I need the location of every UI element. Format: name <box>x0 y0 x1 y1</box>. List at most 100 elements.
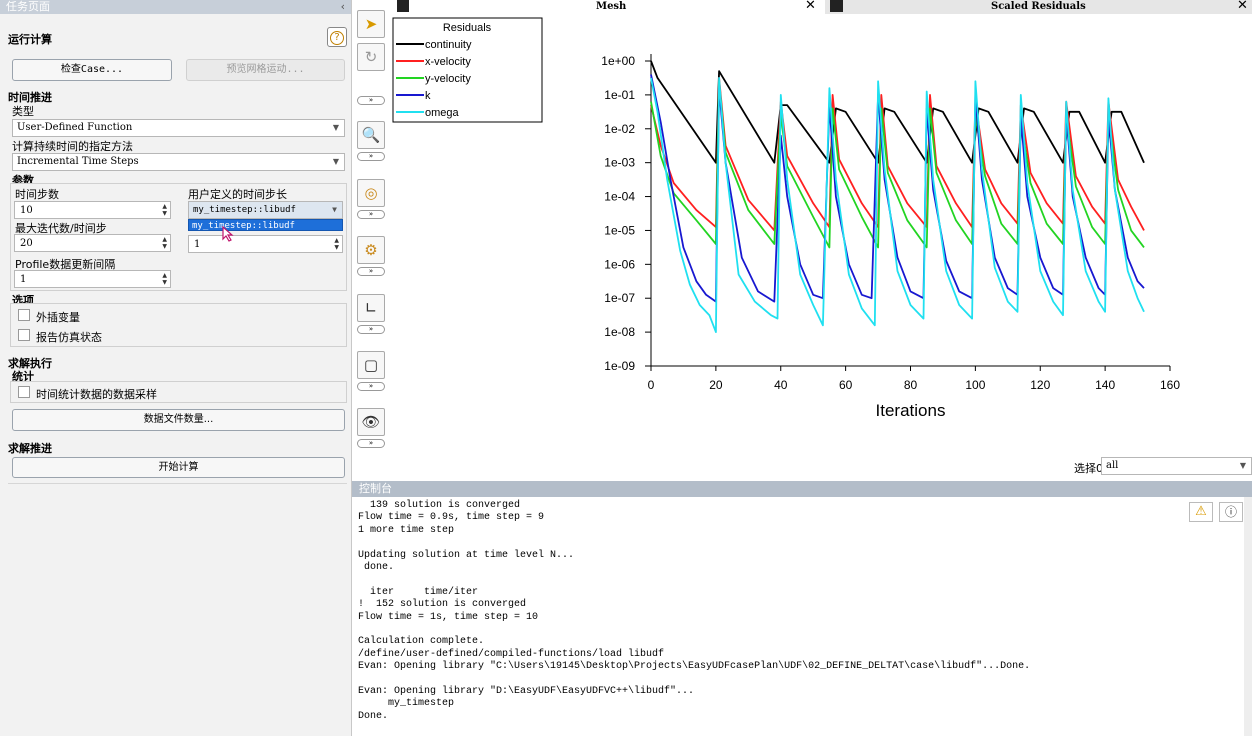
chevron-down-icon: ▼ <box>332 123 339 132</box>
time-steps-input[interactable]: 10 ▲ ▼ <box>14 201 171 219</box>
expand-icon[interactable]: » <box>357 210 385 219</box>
view-eye-icon[interactable]: 👁 <box>357 408 385 436</box>
collapse-chevron-icon[interactable]: ‹ <box>341 0 345 13</box>
expand-icon[interactable]: » <box>357 96 385 105</box>
expand-icon[interactable]: » <box>357 439 385 448</box>
expand-icon[interactable]: » <box>357 152 385 161</box>
legend-label-x-velocity: x-velocity <box>425 56 471 68</box>
warning-icon[interactable]: ⚠ <box>1189 502 1213 522</box>
y-tick-label: 1e-04 <box>604 190 635 204</box>
axes-icon[interactable]: ∟ <box>357 294 385 322</box>
sphere-view-icon[interactable]: ⚙ <box>357 236 385 264</box>
console-line: iter time/iter <box>358 586 479 598</box>
legend-label-continuity: continuity <box>425 39 472 51</box>
console-line: Flow time = 0.9s, time step = 9 <box>358 512 545 524</box>
help-icon: ? <box>330 31 344 45</box>
check-case-button[interactable]: 检查Case... <box>12 59 172 81</box>
chevron-down-icon: ▼ <box>332 205 337 214</box>
x-tick-label: 140 <box>1095 378 1115 392</box>
y-tick-label: 1e+00 <box>601 54 635 68</box>
max-iter-input[interactable]: 20 ▲ ▼ <box>14 234 171 252</box>
method-select-value: Incremental Time Steps <box>17 156 139 167</box>
y-tick-label: 1e-09 <box>604 359 635 373</box>
console-output[interactable]: 139 solution is converged Flow time = 0.9… <box>352 497 1252 736</box>
console-line: ! 152 solution is converged <box>358 599 527 611</box>
legend-label-y-velocity: y-velocity <box>425 73 471 85</box>
console-line: my_timestep <box>358 698 455 710</box>
spinner-arrows-icon[interactable]: ▲ ▼ <box>162 236 167 250</box>
x-tick-label: 80 <box>904 378 918 392</box>
sampling-label: 时间统计数据的数据采样 <box>36 388 157 401</box>
legend-label-k: k <box>425 90 431 102</box>
pointer-tool-icon[interactable]: ➤ <box>357 10 385 38</box>
expand-icon[interactable]: » <box>357 382 385 391</box>
expand-icon[interactable]: » <box>357 325 385 334</box>
legend-title: Residuals <box>443 22 492 34</box>
y-tick-label: 1e-07 <box>604 291 635 305</box>
type-label: 类型 <box>12 105 34 118</box>
console-line: done. <box>358 561 395 573</box>
residuals-tab-icon <box>830 0 843 12</box>
udf-timestep-select[interactable]: my_timestep::libudf ▼ <box>188 201 343 219</box>
page-title: 运行计算 <box>8 33 52 46</box>
y-tick-label: 1e-03 <box>604 156 635 170</box>
expand-icon[interactable]: » <box>357 267 385 276</box>
y-tick-label: 1e-08 <box>604 325 635 339</box>
report-sim-checkbox[interactable] <box>18 329 30 341</box>
chevron-down-icon: ▼ <box>332 157 339 166</box>
x-tick-label: 120 <box>1030 378 1050 392</box>
extrapolate-checkbox[interactable] <box>18 309 30 321</box>
console-scrollbar[interactable] <box>1244 497 1252 736</box>
divider <box>8 483 347 484</box>
close-icon[interactable]: ✕ <box>1237 0 1248 13</box>
disk-view-icon[interactable]: ◎ <box>357 179 385 207</box>
task-panel: 任务页面 ‹ 运行计算 ? 检查Case... 预览网格运动... 时间推进 类… <box>0 0 352 736</box>
y-tick-label: 1e-06 <box>604 257 635 271</box>
tab-residuals-label: Scaled Residuals <box>991 1 1086 12</box>
console-header: 控制台 <box>352 481 1252 497</box>
spinner-arrows-icon[interactable]: ▲ ▼ <box>334 237 339 251</box>
selector-dropdown[interactable]: all ▼ <box>1101 457 1252 475</box>
console-title: 控制台 <box>359 482 392 495</box>
profile-interval-input[interactable]: 1 ▲ ▼ <box>14 270 171 288</box>
zoom-icon[interactable]: 🔍 <box>357 121 385 149</box>
report-interval-input[interactable]: 1 ▲ ▼ <box>188 235 343 253</box>
x-tick-label: 100 <box>965 378 985 392</box>
method-label: 计算持续时间的指定方法 <box>12 140 133 153</box>
dropdown-option-my-timestep[interactable]: my_timestep::libudf <box>188 219 343 231</box>
method-select[interactable]: Incremental Time Steps ▼ <box>12 153 345 171</box>
x-tick-label: 60 <box>839 378 853 392</box>
console-line: /define/user-defined/compiled-functions/… <box>358 648 665 660</box>
console-line: Done. <box>358 710 389 722</box>
tab-scaled-residuals[interactable]: Scaled Residuals ✕ <box>825 0 1252 14</box>
extrapolate-label: 外插变量 <box>36 311 80 324</box>
spinner-arrows-icon[interactable]: ▲ ▼ <box>162 272 167 286</box>
close-icon[interactable]: ✕ <box>805 0 816 13</box>
y-tick-label: 1e-02 <box>604 122 635 136</box>
advance-section: 求解推进 <box>8 442 52 455</box>
mesh-tab-icon <box>397 0 409 12</box>
window-icon[interactable]: ▢ <box>357 351 385 379</box>
start-calculation-button[interactable]: 开始计算 <box>12 457 345 478</box>
time-steps-label: 时间步数 <box>15 188 59 201</box>
tab-mesh-label: Mesh <box>596 1 627 12</box>
x-tick-label: 0 <box>648 378 655 392</box>
rotate-tool-icon[interactable]: ↻ <box>357 43 385 71</box>
report-sim-label: 报告仿真状态 <box>36 331 102 344</box>
spinner-arrows-icon[interactable]: ▲ ▼ <box>162 203 167 217</box>
type-select[interactable]: User-Defined Function ▼ <box>12 119 345 137</box>
console-line: Evan: Opening library "C:\Users\19145\De… <box>358 661 1031 673</box>
console-line: 1 more time step <box>358 524 455 536</box>
sampling-checkbox[interactable] <box>18 386 30 398</box>
console-line: Updating solution at time level N... <box>358 549 575 561</box>
data-file-quantity-button[interactable]: 数据文件数量... <box>12 409 345 431</box>
x-tick-label: 160 <box>1160 378 1180 392</box>
tab-mesh[interactable]: Mesh ✕ <box>393 0 825 14</box>
help-button[interactable]: ? <box>327 27 347 47</box>
preview-mesh-motion-button[interactable]: 预览网格运动... <box>186 59 345 81</box>
info-icon[interactable]: ⓘ <box>1219 502 1243 522</box>
residuals-chart: 1e+00 1e-01 1e-02 1e-03 1e-04 1e-05 1e-06 1e-07… <box>392 17 1180 420</box>
